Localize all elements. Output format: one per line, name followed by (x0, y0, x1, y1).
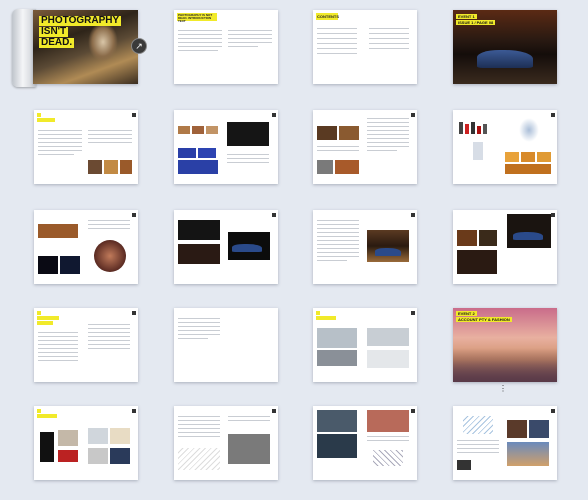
page-thumbnail-14[interactable] (174, 308, 278, 382)
page-thumbnail-7[interactable] (313, 110, 417, 184)
page-thumbnail-10[interactable] (174, 210, 278, 284)
heading-line-1: EVENT 1 (456, 14, 477, 19)
page-heading: EVENT 2 ACCOUNT PTY & FASHION (456, 311, 512, 323)
page-thumbnail-4[interactable]: EVENT 1 ISSUE 1 / PAGE 08 (453, 10, 557, 84)
page-thumbnail-5[interactable] (34, 110, 138, 184)
page-thumbnail-15[interactable] (313, 308, 417, 382)
page-thumbnail-6[interactable] (174, 110, 278, 184)
page-thumbnail-13[interactable] (34, 308, 138, 382)
page-thumbnail-19[interactable] (313, 406, 417, 480)
cover-title-line-3: DEAD. (39, 37, 75, 48)
share-icon[interactable]: ↗ (131, 38, 147, 54)
cover-title-line-1: PHOTOGRAPHY (39, 15, 122, 26)
scroll-hint: ⋮ (499, 384, 507, 393)
page-thumbnail-9[interactable] (34, 210, 138, 284)
page-thumbnail-17[interactable] (34, 406, 138, 480)
cover-title: PHOTOGRAPHY ISN'T DEAD. (39, 15, 122, 49)
page-thumbnail-8[interactable] (453, 110, 557, 184)
heading-line-2: ISSUE 1 / PAGE 08 (456, 20, 496, 25)
heading-line-2: ACCOUNT PTY & FASHION (456, 317, 512, 322)
page-thumbnail-grid: PHOTOGRAPHY ISN'T DEAD. ↗ PHOTOGRAPHY IS… (0, 0, 588, 500)
page-heading: EVENT 1 ISSUE 1 / PAGE 08 (456, 14, 496, 26)
page-thumbnail-3[interactable]: CONTENTS (313, 10, 417, 84)
page-thumbnail-20[interactable] (453, 406, 557, 480)
cover-title-line-2: ISN'T (39, 26, 69, 37)
page-thumbnail-18[interactable] (174, 406, 278, 480)
page-thumbnail-11[interactable] (313, 210, 417, 284)
page-thumbnail-16[interactable]: EVENT 2 ACCOUNT PTY & FASHION (453, 308, 557, 382)
page-heading: PHOTOGRAPHY IS NOT DEAD. INTRODUCTION TE… (178, 13, 213, 23)
heading-line-1: EVENT 2 (456, 311, 477, 316)
page-thumbnail-12[interactable] (453, 210, 557, 284)
page-thumbnail-1[interactable]: PHOTOGRAPHY ISN'T DEAD. (33, 10, 138, 84)
page-thumbnail-2[interactable]: PHOTOGRAPHY IS NOT DEAD. INTRODUCTION TE… (174, 10, 278, 84)
car-shape (477, 50, 533, 68)
page-heading: CONTENTS (317, 14, 339, 19)
